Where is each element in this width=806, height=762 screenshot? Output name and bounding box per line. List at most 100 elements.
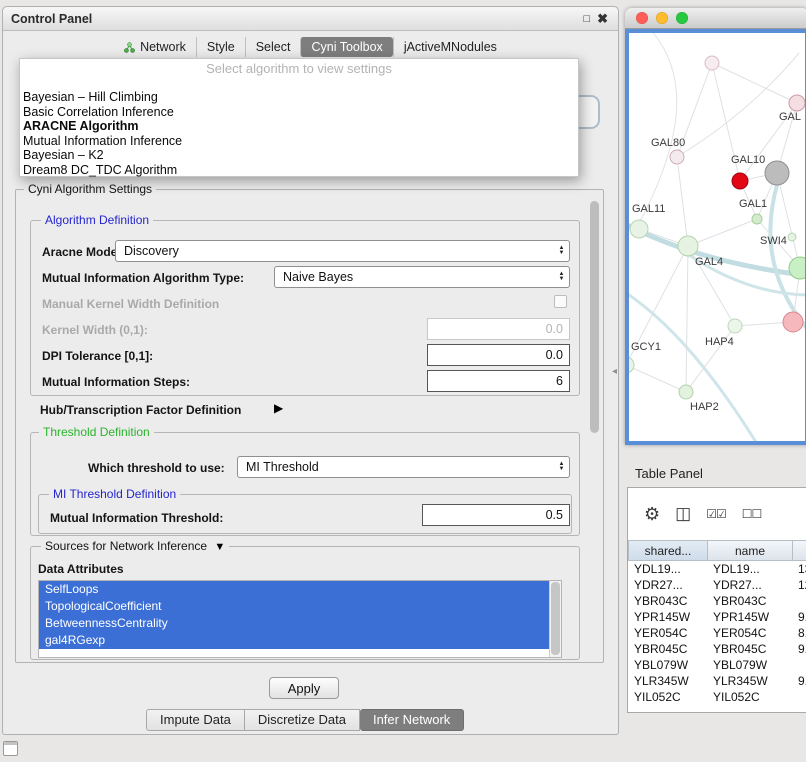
table-cell: YPR145W	[707, 609, 792, 625]
network-node-gal4[interactable]	[678, 236, 698, 256]
column-header-name[interactable]: name	[707, 540, 792, 561]
algorithm-option-basic-correlation-inference[interactable]: Basic Correlation Inference	[20, 105, 578, 120]
hub-section-label[interactable]: Hub/Transcription Factor Definition	[40, 403, 241, 417]
table-row[interactable]: YDR27...YDR27...12...	[628, 577, 806, 593]
table-cell: 8...	[792, 625, 806, 641]
select-all-icon[interactable]: ☑☑	[706, 507, 726, 521]
zoom-traffic-light-icon[interactable]	[676, 12, 688, 24]
network-view-window: GALGAL80GAL10GAL11GAL1SWI4GAL4GCY1HAP4HA…	[625, 8, 806, 445]
tab-select[interactable]: Select	[245, 37, 301, 57]
table-row[interactable]: YIL052CYIL052C	[628, 689, 806, 705]
settings-scrollbar-thumb[interactable]	[590, 201, 599, 433]
dpi-tolerance-input[interactable]	[427, 344, 570, 366]
network-node-gal11[interactable]	[630, 220, 648, 238]
table-cell: 9...	[792, 673, 806, 689]
tab-style[interactable]: Style	[196, 37, 245, 57]
network-node-pink-right[interactable]	[783, 312, 803, 332]
network-node-pale-top[interactable]	[705, 56, 719, 70]
minimize-traffic-light-icon[interactable]	[656, 12, 668, 24]
network-node-big-green[interactable]	[789, 257, 806, 279]
bottom-tab-infer-network[interactable]: Infer Network	[360, 709, 464, 731]
attribute-topologicalcoefficient[interactable]: TopologicalCoefficient	[39, 598, 549, 615]
table-cell: 9...	[792, 641, 806, 657]
network-node-gal10[interactable]	[732, 173, 748, 189]
tab-label: Network	[140, 40, 186, 54]
network-node-label: GAL	[779, 111, 801, 123]
table-cell: 12...	[792, 577, 806, 593]
control-panel-titlebar[interactable]: Control Panel □ ✖	[3, 7, 618, 31]
data-attributes-list[interactable]: SelfLoopsTopologicalCoefficientBetweenne…	[38, 580, 562, 658]
table-row[interactable]: YDL19...YDL19...13...	[628, 561, 806, 577]
attributes-list-scrollbar[interactable]	[549, 581, 561, 657]
network-node-gal1[interactable]	[752, 214, 762, 224]
column-header-shared[interactable]: shared...	[628, 540, 707, 561]
mi-threshold-label: Mutual Information Threshold:	[50, 511, 223, 525]
column-header-col-2[interactable]	[792, 540, 806, 561]
bottom-tab-impute-data[interactable]: Impute Data	[146, 709, 245, 731]
network-edge	[686, 246, 688, 392]
attributes-scrollbar-thumb[interactable]	[551, 582, 560, 655]
network-graph[interactable]: GALGAL80GAL10GAL11GAL1SWI4GAL4GCY1HAP4HA…	[629, 33, 806, 445]
kernel-width-input[interactable]	[427, 318, 570, 340]
which-threshold-label: Which threshold to use:	[88, 461, 225, 475]
mi-steps-label: Mutual Information Steps:	[42, 375, 190, 389]
table-row[interactable]: YBL079WYBL079W	[628, 657, 806, 673]
manual-kernel-checkbox[interactable]	[554, 295, 567, 308]
tab-cyni-toolbox[interactable]: Cyni Toolbox	[300, 37, 392, 57]
network-node-hap2[interactable]	[679, 385, 693, 399]
expand-right-icon[interactable]: ▶	[274, 401, 283, 415]
bottom-tab-discretize-data[interactable]: Discretize Data	[245, 709, 360, 731]
table-row[interactable]: YER054CYER054C8...	[628, 625, 806, 641]
sources-title[interactable]: Sources for Network Inference	[45, 539, 207, 553]
table-row[interactable]: YBR043CYBR043C	[628, 593, 806, 609]
table-cell: YLR345W	[707, 673, 792, 689]
network-edge	[777, 173, 800, 268]
deselect-all-icon[interactable]: ☐☐	[742, 507, 762, 521]
network-node-gcy1[interactable]	[629, 357, 634, 373]
aracne-mode-select[interactable]: Discovery ▲▼	[115, 240, 570, 262]
table-cell: YPR145W	[628, 609, 707, 625]
apply-button[interactable]: Apply	[269, 677, 339, 699]
divider-collapse-icon[interactable]: ◂	[612, 366, 617, 377]
algorithm-option-bayesian-k2[interactable]: Bayesian – K2	[20, 148, 578, 163]
attribute-selfloops[interactable]: SelfLoops	[39, 581, 549, 598]
attribute-betweennesscentrality[interactable]: BetweennessCentrality	[39, 615, 549, 632]
network-edge-band	[677, 53, 799, 157]
combo-arrows-icon: ▲▼	[554, 462, 569, 472]
table-cell	[792, 689, 806, 705]
network-node-hap4[interactable]	[728, 319, 742, 333]
window-buttons: □ ✖	[583, 7, 608, 31]
tab-jactivemnodules[interactable]: jActiveMNodules	[393, 37, 507, 57]
gear-icon[interactable]: ⚙	[644, 504, 659, 525]
algorithm-option-bayesian-hill-climbing[interactable]: Bayesian – Hill Climbing	[20, 90, 578, 105]
settings-scrollbar[interactable]	[588, 193, 601, 659]
table-row[interactable]: YPR145WYPR145W9...	[628, 609, 806, 625]
float-window-icon[interactable]: □	[583, 13, 590, 25]
cyni-settings-title: Cyni Algorithm Settings	[24, 182, 156, 197]
table-row[interactable]: YBR045CYBR045C9...	[628, 641, 806, 657]
network-node-swi4[interactable]	[788, 233, 796, 241]
close-window-icon[interactable]: ✖	[597, 11, 608, 27]
network-node-hub-gray[interactable]	[765, 161, 789, 185]
mi-steps-input[interactable]	[427, 370, 570, 392]
network-node-gal80[interactable]	[670, 150, 684, 164]
columns-icon[interactable]: ◫	[675, 504, 690, 524]
tab-network[interactable]: Network	[114, 37, 196, 57]
mi-threshold-group-title: MI Threshold Definition	[49, 487, 180, 502]
control-panel-window: Control Panel □ ✖ NetworkStyleSelectCyni…	[2, 6, 619, 735]
mi-threshold-input[interactable]	[422, 504, 570, 526]
minimized-window-icon[interactable]	[3, 741, 18, 756]
algorithm-option-aracne-algorithm[interactable]: ARACNE Algorithm	[20, 119, 578, 134]
mi-type-select[interactable]: Naive Bayes ▲▼	[274, 266, 570, 288]
attribute-gal4rgexp[interactable]: gal4RGexp	[39, 632, 549, 649]
network-node-gal-partial[interactable]	[789, 95, 805, 111]
data-attributes-label: Data Attributes	[38, 562, 124, 576]
table-row[interactable]: YLR345WYLR345W9...	[628, 673, 806, 689]
algorithm-option-dream8-dc-tdc-algorithm[interactable]: Dream8 DC_TDC Algorithm	[20, 163, 578, 178]
close-traffic-light-icon[interactable]	[636, 12, 648, 24]
algorithm-option-mutual-information-inference[interactable]: Mutual Information Inference	[20, 134, 578, 149]
collapse-down-icon[interactable]: ▼	[214, 541, 225, 553]
which-threshold-select[interactable]: MI Threshold ▲▼	[237, 456, 570, 478]
network-window-titlebar[interactable]	[625, 8, 806, 29]
dpi-tolerance-label: DPI Tolerance [0,1]:	[42, 349, 153, 363]
